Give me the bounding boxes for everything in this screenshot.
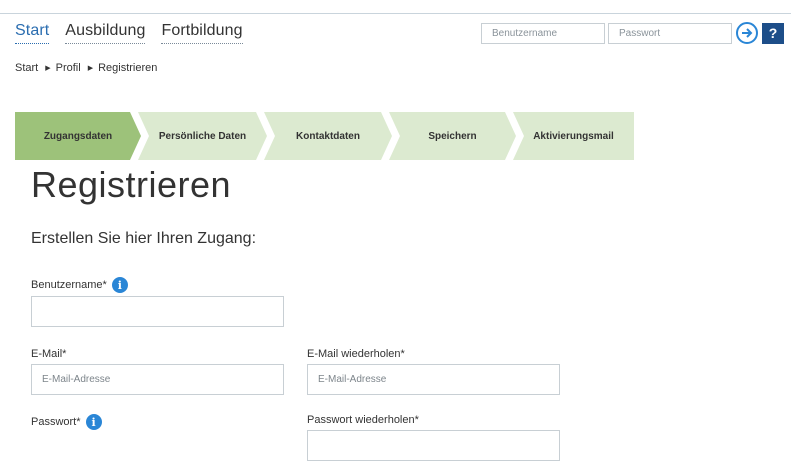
- username-field[interactable]: [31, 296, 284, 327]
- login-password-input[interactable]: [608, 22, 732, 44]
- nav-fortbildung-link[interactable]: Fortbildung: [161, 22, 243, 44]
- breadcrumb-separator-icon: ▶: [45, 65, 51, 72]
- password-label: Passwort*: [31, 416, 81, 428]
- password-label-row: Passwort* i: [31, 414, 102, 430]
- username-label: Benutzername*: [31, 279, 107, 291]
- password-repeat-field[interactable]: [307, 430, 560, 461]
- login-arrow-icon[interactable]: [736, 22, 758, 44]
- breadcrumb-start[interactable]: Start: [15, 62, 38, 74]
- help-button[interactable]: ?: [762, 22, 784, 44]
- step-kontaktdaten: Kontaktdaten: [264, 112, 392, 160]
- email-field[interactable]: [31, 364, 284, 395]
- info-icon[interactable]: i: [85, 414, 102, 430]
- top-border: [0, 13, 791, 14]
- page-subtitle: Erstellen Sie hier Ihren Zugang:: [31, 230, 257, 247]
- breadcrumb: Start ▶ Profil ▶ Registrieren: [15, 62, 157, 74]
- main-navigation: Start Ausbildung Fortbildung: [15, 22, 243, 44]
- username-label-row: Benutzername* i: [31, 277, 128, 293]
- email-repeat-label: E-Mail wiederholen*: [307, 348, 405, 360]
- email-label: E-Mail*: [31, 348, 67, 360]
- nav-start-link[interactable]: Start: [15, 22, 50, 44]
- breadcrumb-profil[interactable]: Profil: [56, 62, 81, 74]
- password-repeat-label: Passwort wiederholen*: [307, 414, 419, 426]
- progress-steps: Zugangsdaten Persönliche Daten Kontaktda…: [15, 112, 635, 160]
- step-persoenliche-daten: Persönliche Daten: [138, 112, 267, 160]
- nav-ausbildung-link[interactable]: Ausbildung: [65, 22, 146, 44]
- breadcrumb-registrieren: Registrieren: [98, 62, 158, 74]
- step-aktivierungsmail: Aktivierungsmail: [513, 112, 634, 160]
- email-repeat-field[interactable]: [307, 364, 560, 395]
- login-username-input[interactable]: [481, 22, 605, 44]
- breadcrumb-separator-icon: ▶: [87, 65, 94, 72]
- page-title: Registrieren: [31, 164, 232, 205]
- step-zugangsdaten: Zugangsdaten: [15, 112, 141, 160]
- step-speichern: Speichern: [389, 112, 516, 160]
- login-bar: ?: [481, 22, 784, 44]
- info-icon[interactable]: i: [111, 277, 128, 293]
